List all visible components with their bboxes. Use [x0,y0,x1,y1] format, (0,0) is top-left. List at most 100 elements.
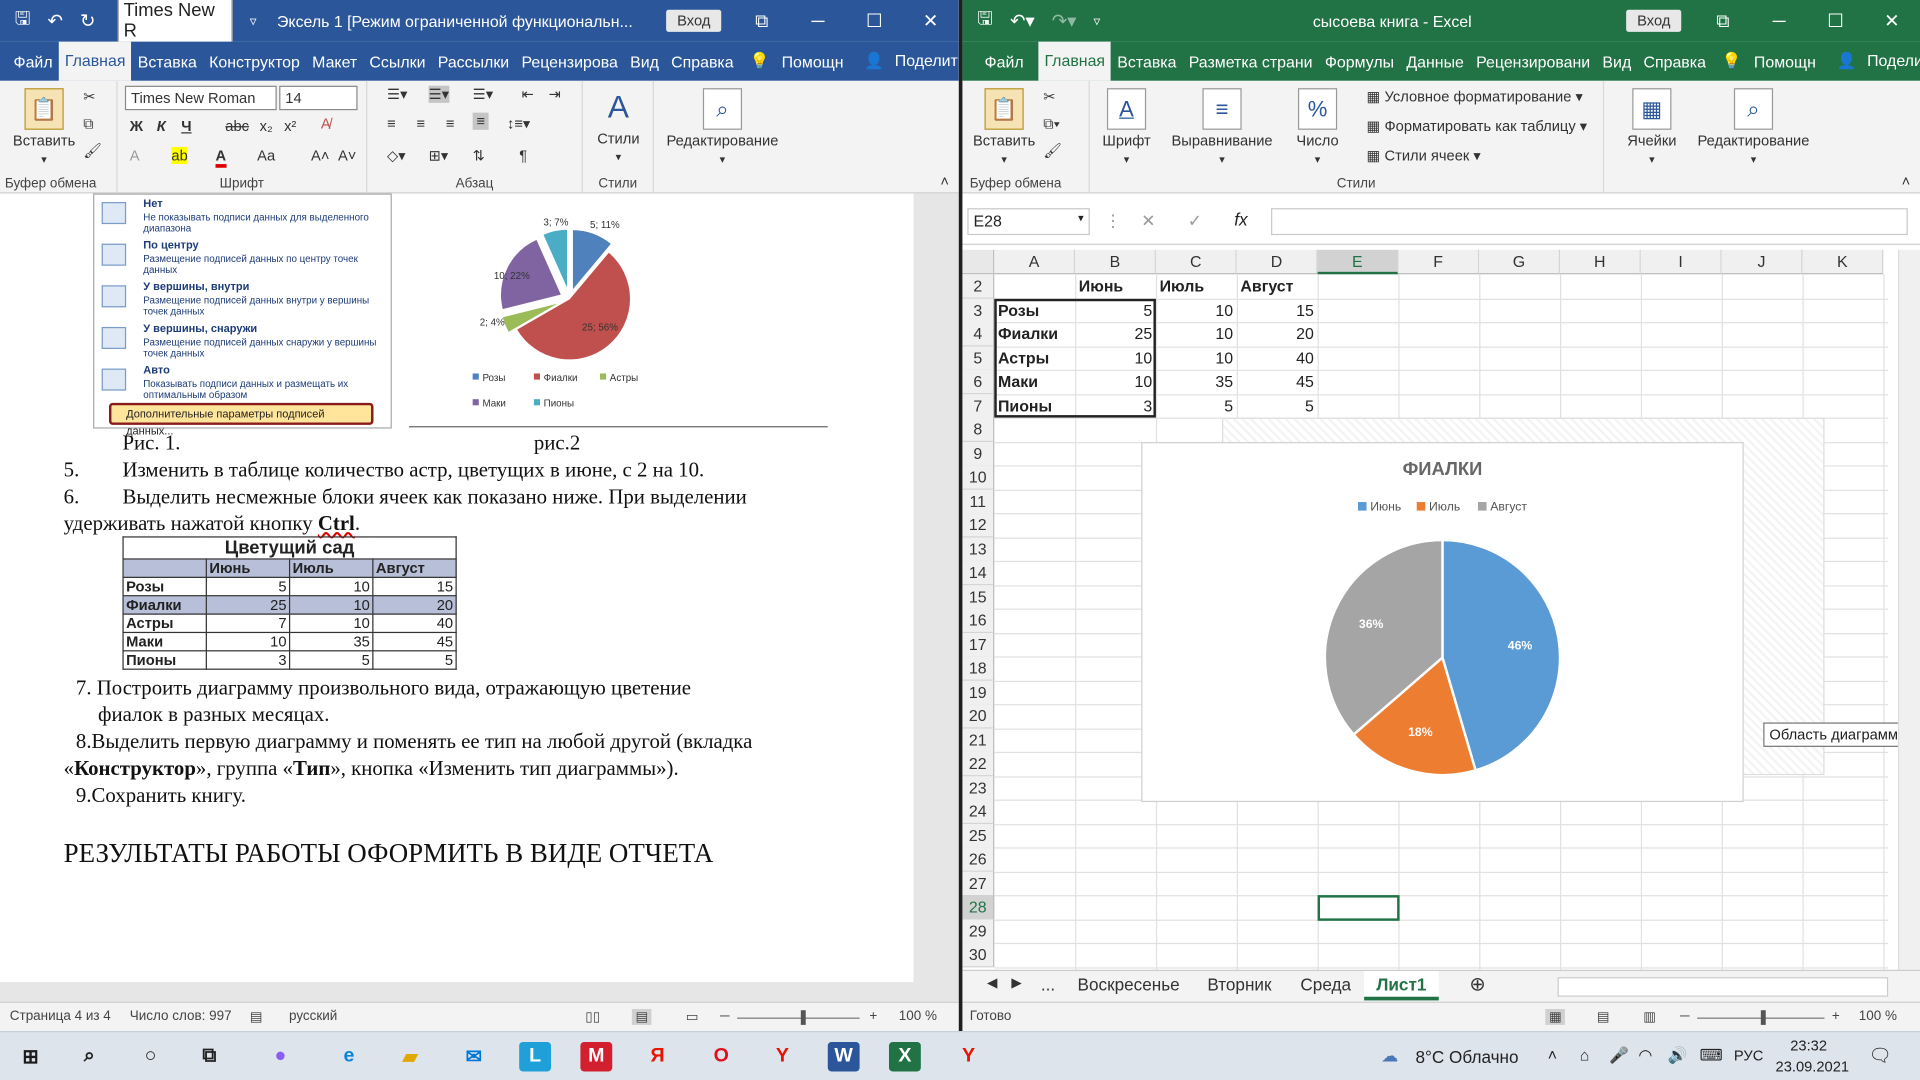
lightbulb-icon[interactable]: 💡 [740,51,776,71]
close-icon[interactable]: ✕ [902,0,958,42]
change-case-icon[interactable]: Aa [257,147,275,164]
tab-view[interactable]: Вид [1596,52,1637,70]
tab-insert[interactable]: Вставка [132,52,203,70]
format-as-table-button[interactable]: ▦ Форматировать как таблицу ▾ [1367,118,1588,135]
ribbon-display-icon[interactable]: ⧉ [733,0,789,42]
cloud-icon[interactable]: ☁ [1381,1046,1398,1067]
highlight-icon[interactable]: ab [171,146,188,165]
number-button[interactable]: % Число ▾ [1283,88,1352,166]
redo-icon[interactable]: ↻ [80,10,95,32]
data-cell[interactable]: Маки [994,370,1075,394]
zoom-level[interactable]: 100 % [899,1009,937,1024]
tab-design[interactable]: Конструктор [203,52,306,70]
document-page[interactable]: Нет Не показывать подписи данных для выд… [0,193,914,983]
text-effects-icon[interactable]: A [130,147,140,164]
add-sheet-icon[interactable]: ⊕ [1469,972,1485,996]
data-cell[interactable]: 10 [1156,322,1237,346]
data-cell[interactable]: 15 [1237,298,1318,322]
yandex-browser-2-icon[interactable]: Y [953,1042,985,1071]
excel-taskbar-icon[interactable]: X [888,1042,921,1072]
zoom-thumb[interactable] [1760,1010,1766,1025]
data-cell[interactable]: Пионы [994,394,1075,418]
row-header[interactable]: 12 [962,513,995,538]
data-cell[interactable]: 10 [1156,346,1237,370]
page-count[interactable]: Страница 4 из 4 [10,1009,111,1024]
column-header[interactable]: I [1640,249,1722,275]
normal-view-icon[interactable]: ▦ [1545,1008,1566,1025]
formula-input[interactable] [1271,208,1908,236]
data-cell[interactable]: 5 [1156,394,1237,418]
collapse-ribbon-icon[interactable]: ˄ [1902,173,1911,190]
selected-cell-e28[interactable] [1317,895,1400,921]
shrink-font-icon[interactable]: A˅ [338,147,356,164]
data-cell[interactable]: 45 [1237,370,1318,394]
mcafee-icon[interactable]: M [580,1042,613,1072]
styles-button[interactable]: A Стили ▾ [590,86,646,164]
increase-indent-icon[interactable]: ⇥ [549,86,561,103]
header-cell[interactable]: Июнь [1075,274,1156,298]
data-cell[interactable]: Розы [994,298,1075,322]
data-cell[interactable]: 20 [1237,322,1318,346]
close-icon[interactable]: ✕ [1864,0,1920,42]
row-header[interactable]: 18 [962,656,995,681]
data-cell[interactable]: 40 [1237,346,1318,370]
volume-icon[interactable]: 🔊 [1668,1046,1688,1066]
zoom-in-icon[interactable]: + [869,1009,877,1024]
clock-date[interactable]: 23.09.2021 [1776,1058,1850,1075]
read-mode-icon[interactable]: ▯▯ [585,1009,600,1025]
column-header[interactable]: E [1317,249,1399,275]
microphone-icon[interactable]: 🎤 [1609,1046,1629,1066]
row-header[interactable]: 10 [962,465,995,490]
font-button[interactable]: A Шрифт ▾ [1097,88,1156,166]
redo-icon[interactable]: ↷▾ [1052,10,1077,32]
tab-view[interactable]: Вид [624,52,665,70]
italic-icon[interactable]: К [157,118,166,135]
bullets-icon[interactable]: ☰▾ [387,86,408,103]
lightbulb-icon[interactable]: 💡 [1712,51,1748,71]
column-header[interactable]: D [1236,249,1318,275]
column-header[interactable]: C [1155,249,1237,275]
format-painter-icon[interactable]: 🖌 [1043,142,1062,159]
row-header[interactable]: 2 [962,274,995,299]
formula-bar-options-icon[interactable]: ⋮ [1104,211,1121,232]
insert-function-icon[interactable]: fx [1234,209,1247,229]
row-header[interactable]: 30 [962,942,995,968]
column-header[interactable]: K [1802,249,1884,275]
tab-layout[interactable]: Макет [306,52,363,70]
data-cell[interactable]: 5 [1075,298,1156,322]
row-header[interactable]: 25 [962,823,995,848]
tab-review[interactable]: Рецензирова [515,52,624,70]
line-spacing-icon[interactable]: ↕≡▾ [507,115,530,132]
header-cell[interactable]: Август [1237,274,1318,298]
page-break-view-icon[interactable]: ▥ [1643,1009,1656,1025]
row-header[interactable]: 13 [962,536,995,562]
tab-formulas[interactable]: Формулы [1319,52,1401,70]
grow-font-icon[interactable]: A˄ [311,147,329,164]
copy-icon[interactable]: ⧉▾ [1043,115,1060,133]
column-header[interactable]: H [1560,249,1641,275]
column-header[interactable]: B [1075,249,1156,275]
format-painter-icon[interactable]: 🖌 [83,142,102,159]
clock-time[interactable]: 23:32 [1790,1037,1827,1054]
strikethrough-icon[interactable]: abc [225,118,249,135]
word-login-button[interactable]: Вход [666,9,722,32]
customize-qa-icon[interactable]: ▿ [250,13,257,29]
save-icon[interactable]: 🖫 [977,6,993,37]
data-cell[interactable]: 10 [1075,370,1156,394]
sheet-tab-tuesday[interactable]: Вторник [1207,975,1271,995]
underline-icon[interactable]: Ч [181,118,191,135]
edge-icon[interactable]: e [333,1042,365,1071]
minimize-icon[interactable]: ─ [790,0,846,42]
language[interactable]: русский [289,1009,337,1024]
font-color-icon[interactable]: A [215,147,227,168]
show-marks-icon[interactable]: ¶ [519,147,527,164]
wifi-icon[interactable]: ◠ [1638,1046,1652,1066]
tab-home[interactable]: Главная [1038,41,1112,81]
align-right-icon[interactable]: ≡ [446,115,455,132]
bold-icon[interactable]: Ж [130,118,143,135]
minimize-icon[interactable]: ─ [1751,0,1807,42]
share-button[interactable]: 👤 Поделиться [850,51,958,71]
row-header[interactable]: 5 [962,345,995,371]
justify-icon[interactable]: ≡ [472,112,489,130]
worksheet-grid[interactable]: A B C D E F G H I J K 2 3 4 5 6 7 8 9 10 11 12 13 14 15 16 17 18 19 2… [962,249,1920,980]
